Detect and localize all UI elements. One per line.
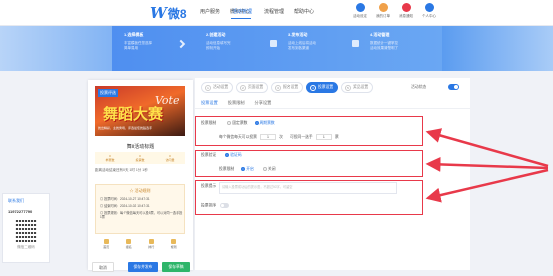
annotation-arrows — [425, 128, 549, 203]
arrow-to-vote-tip — [425, 168, 549, 203]
arrow-to-vote-verify — [425, 156, 549, 172]
arrow-to-vote-limit — [425, 128, 549, 168]
